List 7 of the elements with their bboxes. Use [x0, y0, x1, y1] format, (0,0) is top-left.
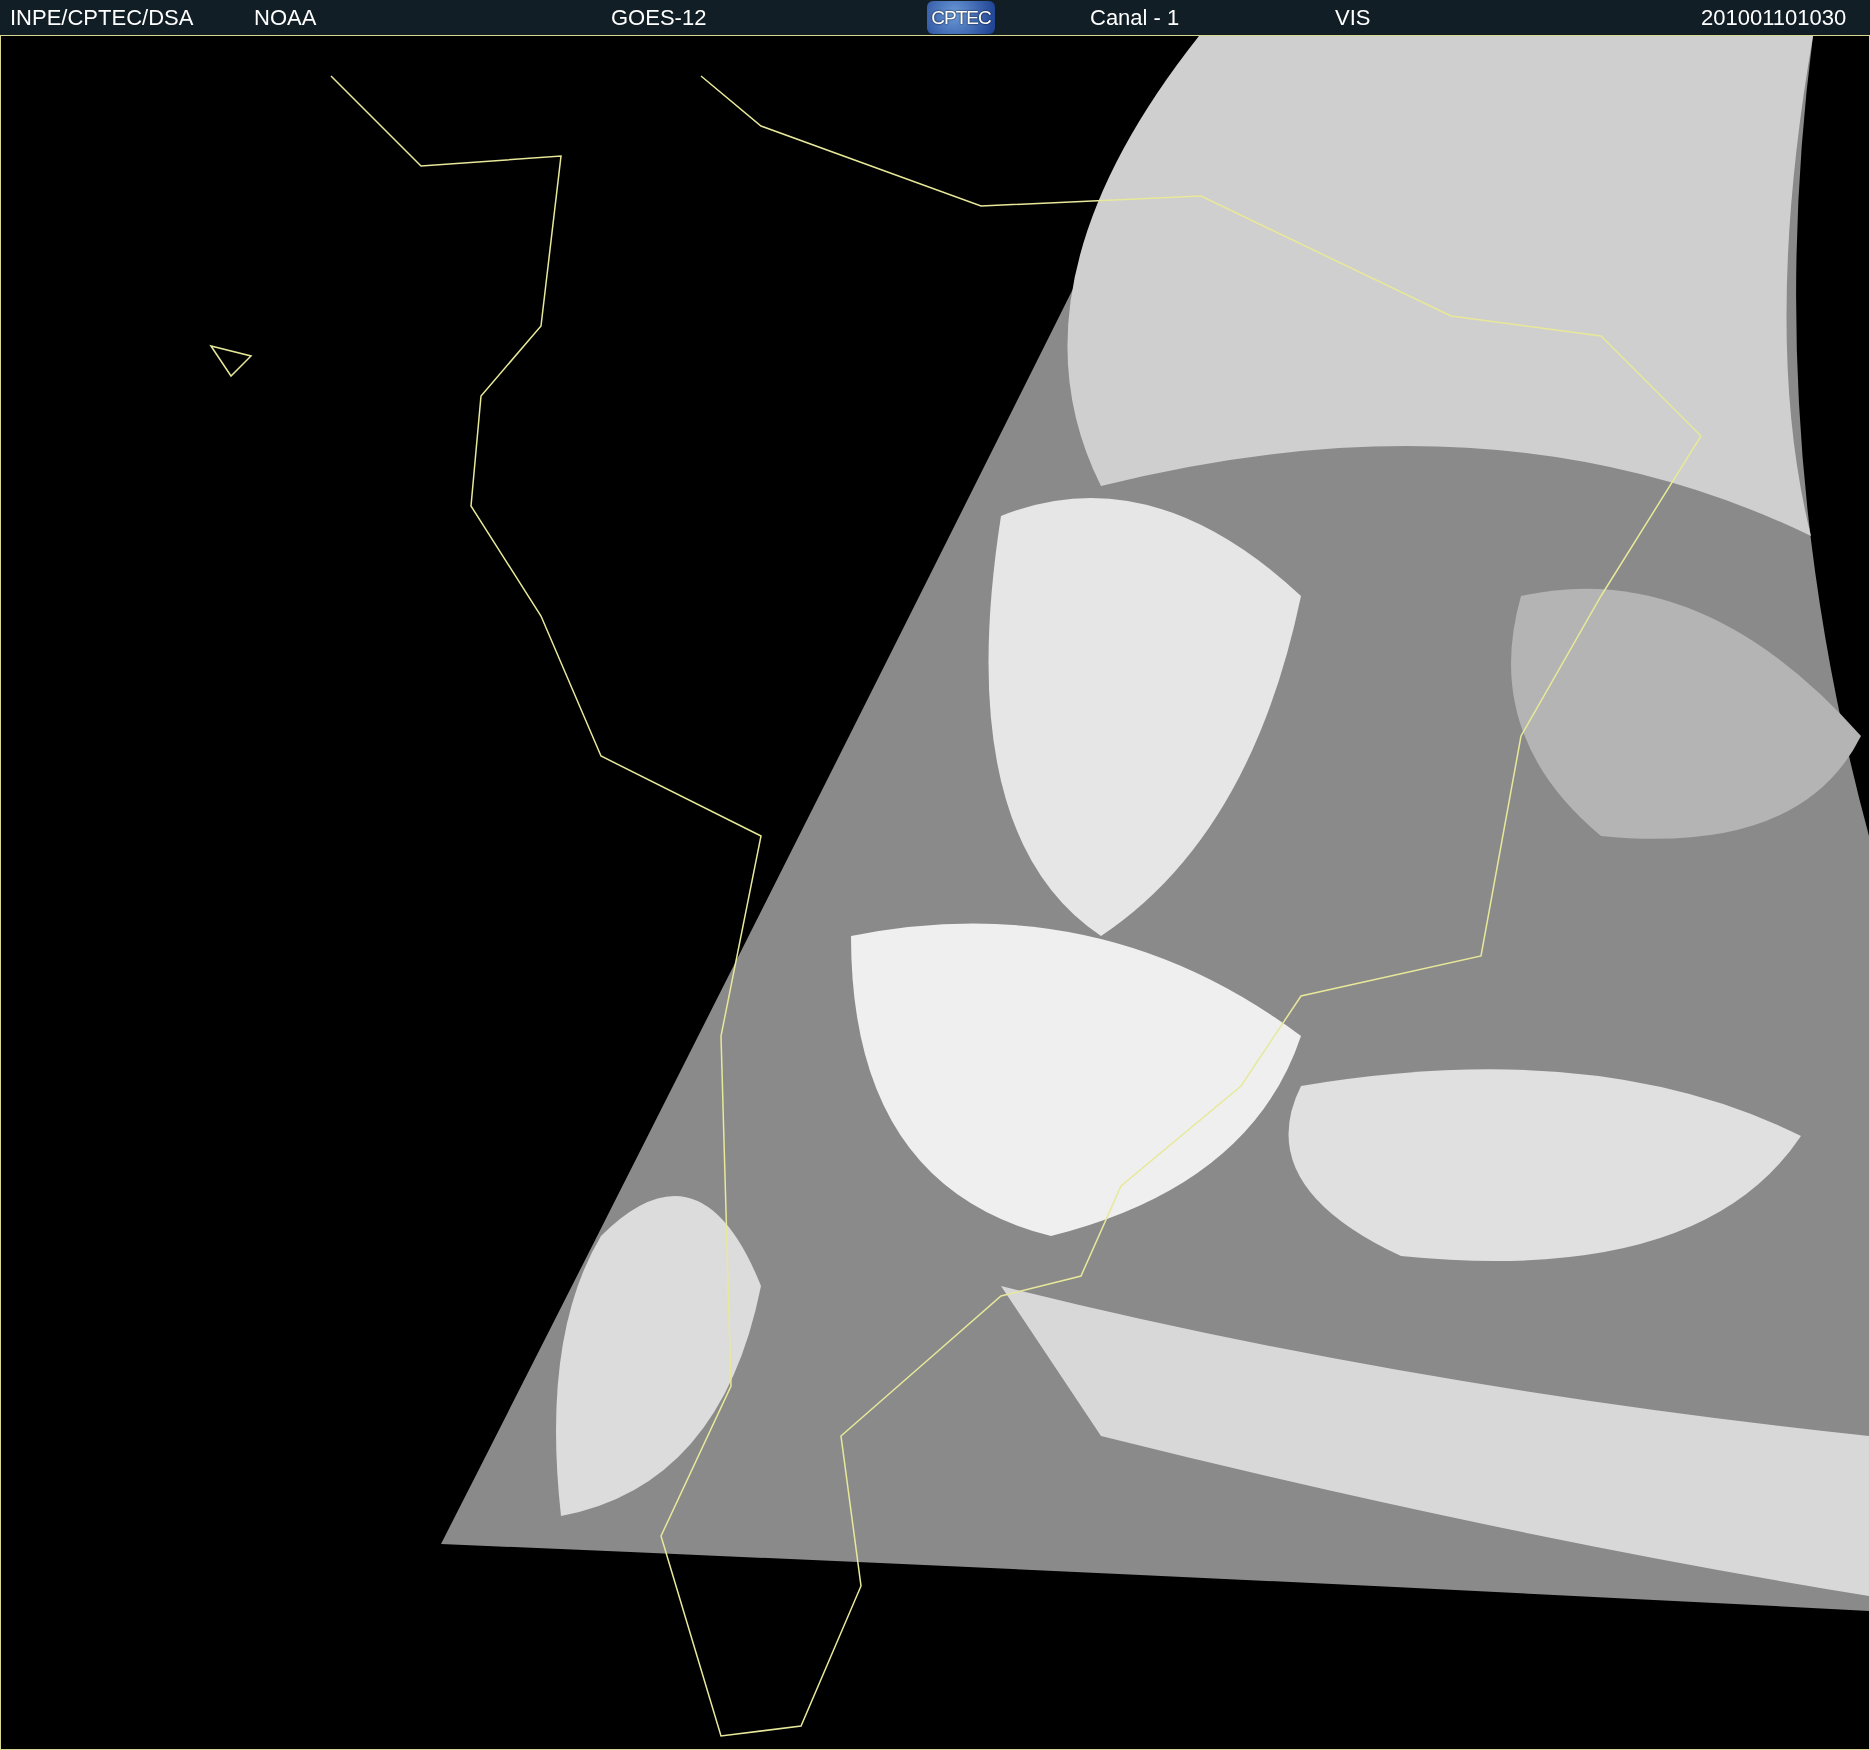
source-label: INPE/CPTEC/DSA — [10, 4, 194, 31]
band-label: VIS — [1335, 4, 1371, 31]
channel-label: Canal - 1 — [1090, 4, 1180, 31]
timestamp-label: 201001101030 — [1701, 4, 1847, 31]
logo: CPTEC — [927, 1, 995, 34]
satellite-label: GOES-12 — [611, 4, 707, 31]
agency-label: NOAA — [254, 4, 317, 31]
